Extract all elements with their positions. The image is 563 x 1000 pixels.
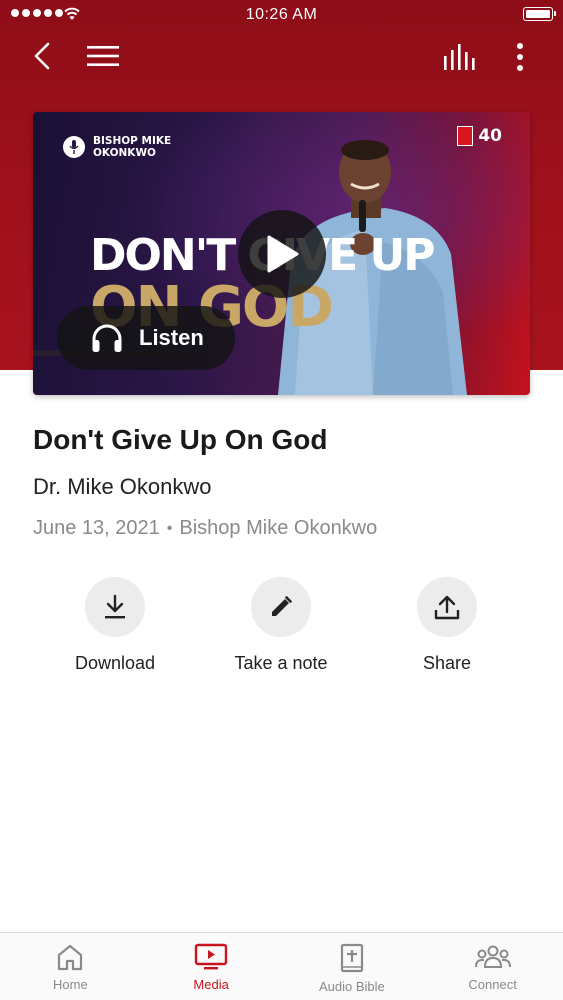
tab-audio-bible[interactable]: Audio Bible [282, 933, 423, 1000]
brand-name: BISHOP MIKE OKONKWO [93, 135, 172, 159]
anniversary-number: 40 [478, 126, 502, 146]
headphones-icon [92, 324, 122, 352]
tab-media[interactable]: Media [141, 933, 282, 1000]
more-vertical-icon [517, 43, 523, 71]
bottom-tab-bar: Home Media Audio Bible Connect [0, 932, 563, 1000]
play-icon [267, 235, 299, 273]
take-note-button[interactable]: Take a note [211, 577, 351, 674]
status-bar: 10:26 AM [0, 0, 563, 30]
download-label: Download [74, 653, 156, 673]
chevron-left-icon [34, 42, 50, 70]
tv-play-icon [194, 943, 228, 970]
sermon-title: Don't Give Up On God [33, 424, 328, 455]
sermon-thumbnail[interactable]: BISHOP MIKE OKONKWO 40 DON'T GIVE UP ON … [33, 112, 530, 395]
audio-levels-button[interactable] [440, 40, 480, 74]
take-note-label: Take a note [234, 653, 328, 673]
download-icon-circle[interactable] [85, 577, 145, 637]
download-button[interactable]: Download [45, 577, 185, 674]
pencil-icon [272, 596, 292, 616]
speaker-name: Dr. Mike Okonkwo [33, 474, 212, 499]
sermon-date: June 13, 2021 [33, 517, 160, 539]
listen-label: Listen [139, 325, 204, 350]
sermon-meta: June 13, 2021 • Bishop Mike Okonkwo [33, 517, 377, 540]
church-logo-icon [457, 126, 474, 146]
sermon-channel[interactable]: Bishop Mike Okonkwo [179, 517, 377, 540]
brand-badge: BISHOP MIKE OKONKWO [63, 135, 183, 159]
note-icon-circle[interactable] [251, 577, 311, 637]
tab-connect[interactable]: Connect [422, 933, 563, 1000]
share-icon [434, 595, 460, 620]
status-time: 10:26 AM [245, 6, 318, 23]
tab-home-label: Home [53, 977, 88, 992]
hamburger-menu-icon [87, 46, 119, 66]
home-icon [58, 944, 83, 971]
tab-connect-label: Connect [468, 977, 517, 992]
audio-levels-icon [444, 44, 475, 70]
share-icon-circle[interactable] [417, 577, 477, 637]
anniversary-logo: 40 [457, 126, 502, 146]
tab-audio-bible-label: Audio Bible [318, 979, 385, 994]
play-button[interactable] [238, 210, 326, 298]
battery-icon [523, 7, 556, 21]
group-icon [474, 945, 511, 968]
back-button[interactable] [26, 40, 58, 72]
more-options-button[interactable] [506, 40, 534, 74]
share-button[interactable]: Share [377, 577, 517, 674]
tab-home[interactable]: Home [0, 933, 141, 1000]
download-icon [105, 594, 125, 619]
meta-separator: • [166, 519, 173, 537]
menu-button[interactable] [84, 40, 122, 72]
share-label: Share [422, 653, 472, 673]
tab-media-label: Media [193, 977, 229, 992]
microphone-icon [63, 136, 85, 158]
bible-icon [340, 943, 363, 973]
listen-button[interactable]: Listen [57, 306, 235, 370]
